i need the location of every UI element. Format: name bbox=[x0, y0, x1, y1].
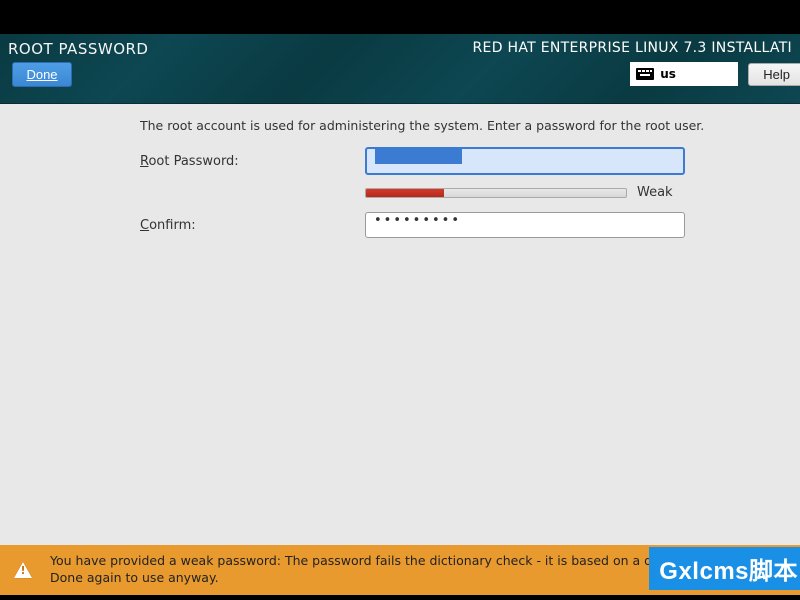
root-password-value: ••••••••• bbox=[375, 149, 462, 164]
password-strength-label: Weak bbox=[637, 185, 673, 200]
letterbox-top bbox=[0, 0, 800, 34]
root-password-input[interactable]: ••••••••• bbox=[365, 147, 685, 175]
confirm-password-input[interactable]: ••••••••• bbox=[365, 212, 685, 238]
help-button[interactable]: Help bbox=[748, 63, 800, 86]
done-button[interactable]: Done bbox=[12, 62, 72, 87]
keyboard-layout-selector[interactable]: us bbox=[630, 62, 738, 86]
root-password-row: Root Password: ••••••••• bbox=[140, 147, 760, 175]
password-strength-row: Weak bbox=[365, 185, 760, 200]
root-password-label: Root Password: bbox=[140, 154, 365, 169]
page-title: ROOT PASSWORD bbox=[8, 40, 148, 58]
content-area: The root account is used for administeri… bbox=[0, 104, 800, 545]
intro-text: The root account is used for administeri… bbox=[140, 118, 760, 133]
header-right: RED HAT ENTERPRISE LINUX 7.3 INSTALLATI … bbox=[473, 40, 792, 94]
warning-icon bbox=[14, 562, 32, 578]
letterbox-bottom bbox=[0, 595, 800, 600]
confirm-password-row: Confirm: ••••••••• bbox=[140, 212, 760, 238]
header-bar: ROOT PASSWORD Done RED HAT ENTERPRISE LI… bbox=[0, 34, 800, 104]
header-controls: us Help bbox=[630, 62, 792, 86]
header-left: ROOT PASSWORD Done bbox=[8, 40, 148, 94]
keyboard-icon bbox=[636, 68, 654, 80]
password-strength-fill bbox=[366, 189, 444, 197]
keyboard-layout-code: us bbox=[660, 67, 676, 81]
product-title: RED HAT ENTERPRISE LINUX 7.3 INSTALLATI bbox=[473, 40, 792, 56]
password-strength-bar bbox=[365, 188, 627, 198]
confirm-password-value: ••••••••• bbox=[374, 213, 461, 228]
confirm-password-label: Confirm: bbox=[140, 218, 365, 233]
watermark-overlay: Gxlcms脚本 bbox=[649, 547, 800, 590]
